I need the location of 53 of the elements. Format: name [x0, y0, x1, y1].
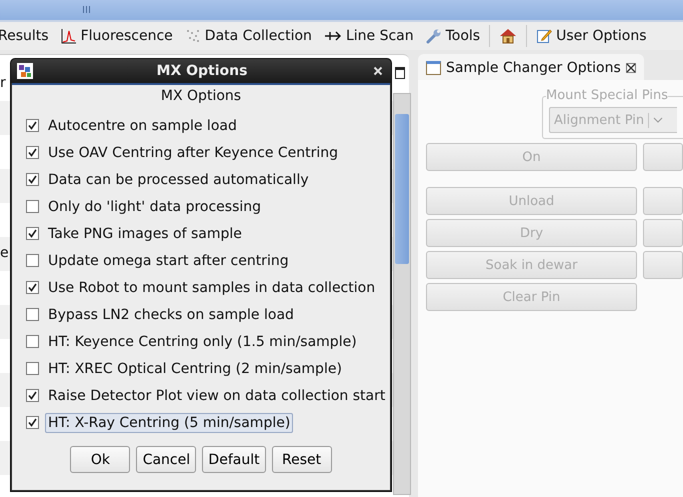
checkbox-label[interactable]: Only do 'light' data processing: [45, 196, 264, 216]
chart-icon: [60, 28, 77, 44]
checkbox[interactable]: [26, 281, 39, 294]
toolbar-button[interactable]: Line Scan: [318, 28, 420, 44]
checkbox-label[interactable]: HT: XREC Optical Centring (2 min/sample): [45, 358, 345, 378]
checkbox-label[interactable]: Use Robot to mount samples in data collection: [45, 278, 378, 298]
arrow-icon: [324, 30, 342, 42]
close-icon[interactable]: [371, 66, 385, 76]
table-cell: e: [0, 245, 9, 261]
checkbox-label[interactable]: Autocentre on sample load: [45, 116, 240, 136]
dialog-button[interactable]: Ok: [70, 446, 130, 473]
wrench-icon: [426, 28, 442, 44]
panel-tab[interactable]: Sample Changer Options: [418, 54, 644, 80]
dialog-title: MX Options: [156, 63, 248, 79]
checkbox[interactable]: [26, 335, 39, 348]
checkbox[interactable]: [26, 308, 39, 321]
scroll-thumb[interactable]: [395, 114, 409, 264]
toolbar-button[interactable]: Data Collection: [178, 28, 318, 44]
checkbox-label[interactable]: HT: X-Ray Centring (5 min/sample): [45, 412, 294, 432]
edit-icon: [536, 28, 552, 44]
grip-icon[interactable]: [83, 6, 90, 13]
home-icon: [499, 28, 518, 44]
checkbox[interactable]: [26, 362, 39, 375]
checkbox-label[interactable]: Bypass LN2 checks on sample load: [45, 304, 297, 324]
checkbox-label[interactable]: Data can be processed automatically: [45, 170, 312, 190]
toolbar-button[interactable]: Tools: [420, 28, 486, 44]
close-icon[interactable]: [626, 63, 636, 73]
checkbox[interactable]: [26, 146, 39, 159]
dialog-heading: MX Options: [160, 87, 242, 106]
checkbox-label[interactable]: Take PNG images of sample: [45, 224, 245, 244]
checkbox-label[interactable]: Raise Detector Plot view on data collection start: [45, 386, 388, 406]
checkbox-label[interactable]: Use OAV Centring after Keyence Centring: [45, 142, 342, 162]
checkbox[interactable]: [26, 173, 39, 186]
checkbox-label[interactable]: HT: Keyence Centring only (1.5 min/sample): [45, 332, 360, 352]
checkbox[interactable]: [26, 227, 39, 240]
dialog-button[interactable]: Default: [202, 446, 266, 473]
window-icon: [426, 61, 441, 75]
toolbar-button[interactable]: User Options: [530, 28, 652, 44]
group-frame: Mount Special Pins Alignment Pin: [542, 88, 683, 139]
dots-icon: [184, 28, 201, 44]
checkbox[interactable]: [26, 254, 39, 267]
app-logo-icon: [17, 63, 33, 79]
checkbox[interactable]: [26, 389, 39, 402]
scrollbar[interactable]: [393, 93, 411, 495]
dialog-button[interactable]: Cancel: [136, 446, 196, 473]
checkbox[interactable]: [26, 119, 39, 132]
dialog-button[interactable]: Reset: [272, 446, 332, 473]
checkbox[interactable]: [26, 416, 39, 429]
table-cell: r: [0, 75, 6, 91]
maximize-icon[interactable]: [395, 67, 405, 79]
toolbar-button[interactable]: Fluorescence: [54, 28, 179, 44]
checkbox-label[interactable]: Update omega start after centring: [45, 250, 292, 270]
checkbox[interactable]: [26, 200, 39, 213]
